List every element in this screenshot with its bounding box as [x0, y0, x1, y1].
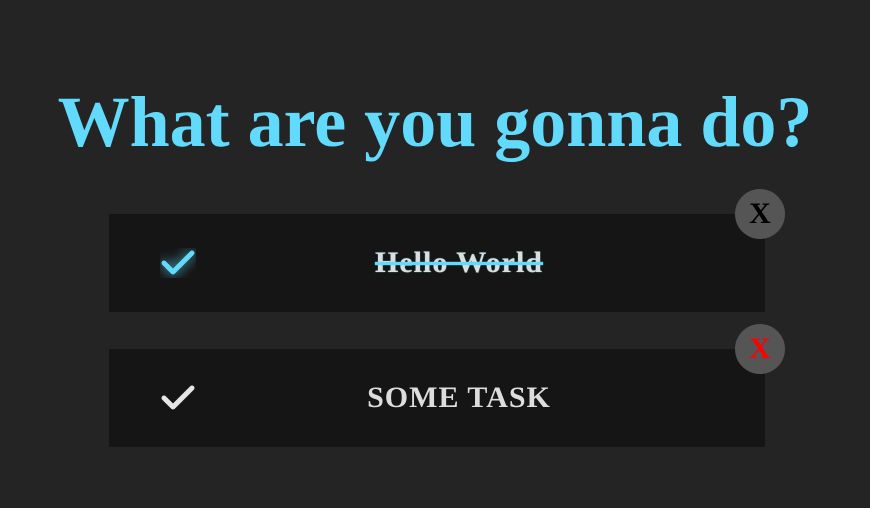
task-item: SOME TASK [109, 349, 765, 447]
delete-task-button[interactable]: X [735, 189, 785, 239]
task-text: Hello World [375, 246, 543, 279]
task-item: Hello World [109, 214, 765, 312]
delete-task-button[interactable]: X [735, 324, 785, 374]
page-title: What are you gonna do? [57, 82, 813, 162]
task-text: SOME TASK [367, 381, 551, 414]
